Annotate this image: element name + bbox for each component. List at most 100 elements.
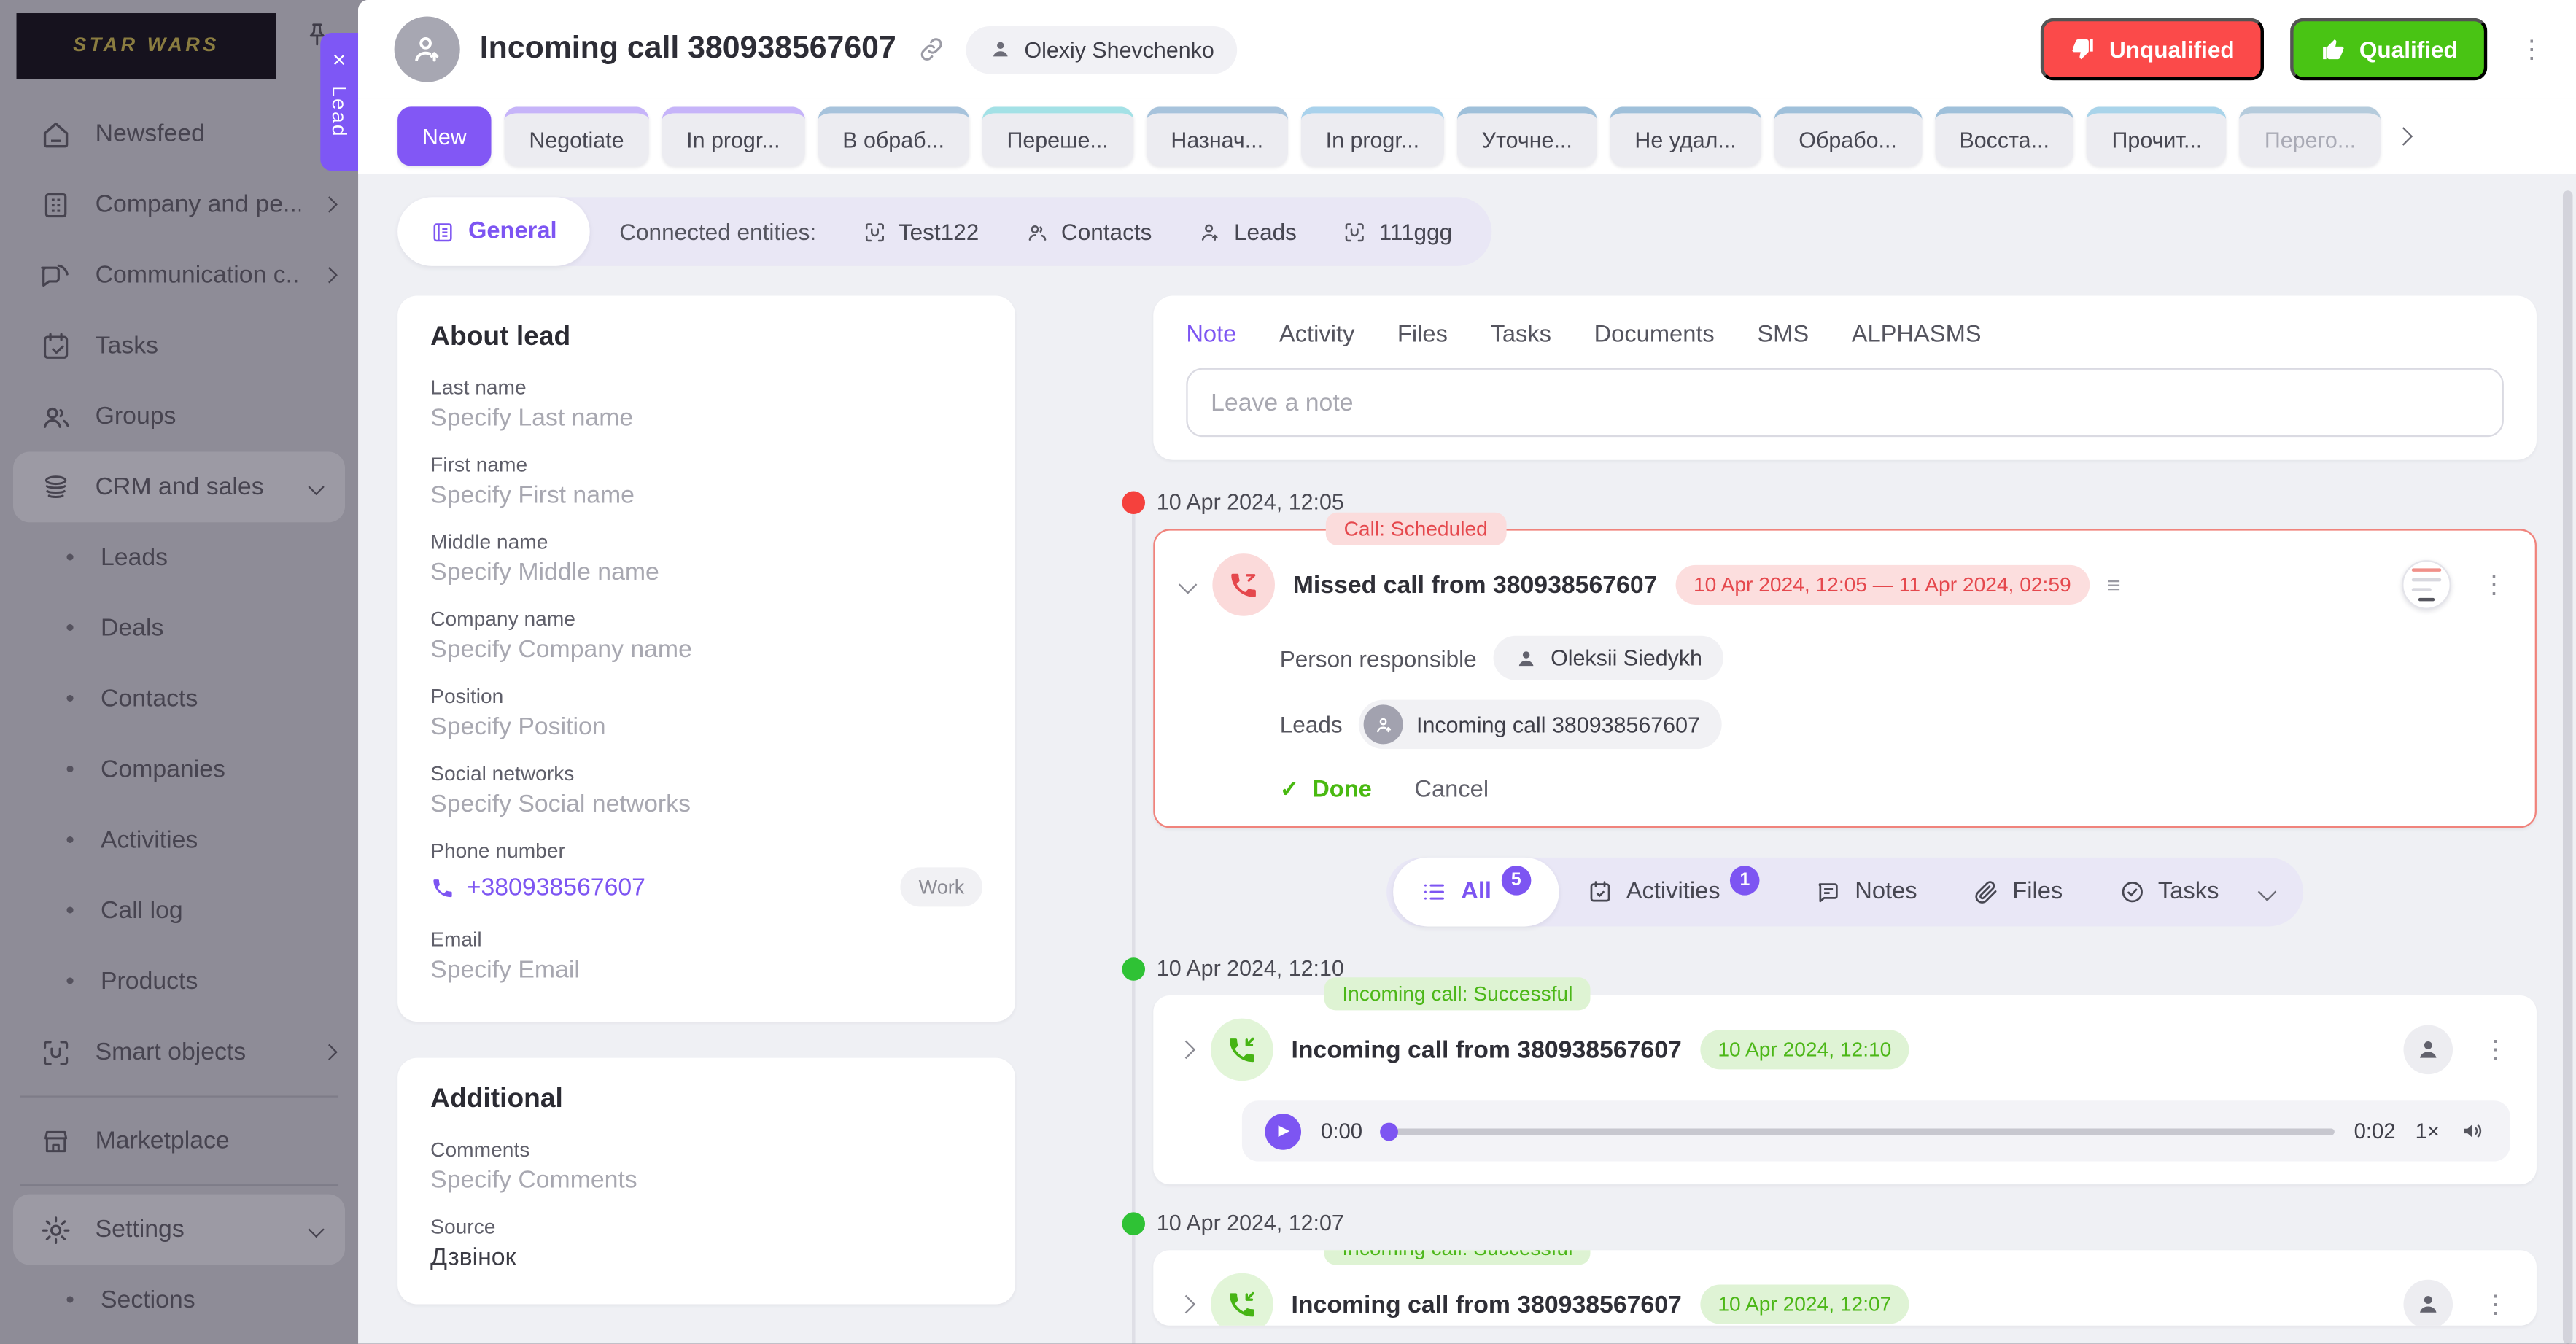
- unqualified-button[interactable]: Unqualified: [2040, 18, 2264, 81]
- entity-link-contacts[interactable]: Contacts: [1002, 219, 1175, 245]
- phone-link[interactable]: +380938567607: [430, 873, 645, 901]
- entity-link-label: 111ggg: [1379, 219, 1453, 245]
- filter-files[interactable]: Files: [1945, 858, 2091, 927]
- sidebar-item-smart-objects[interactable]: Smart objects: [0, 1017, 358, 1087]
- stage-chip[interactable]: Назнач...: [1147, 106, 1288, 166]
- field-social-networks[interactable]: Social networks Specify Social networks: [430, 762, 982, 818]
- sidebar-subitem-deals[interactable]: Deals: [0, 593, 358, 664]
- activity-time: 10 Apr 2024, 12:07: [1700, 1284, 1910, 1324]
- field-position[interactable]: Position Specify Position: [430, 685, 982, 741]
- sidebar-subitem-products[interactable]: Products: [0, 946, 358, 1017]
- lead-panel-tab[interactable]: Lead: [320, 33, 358, 171]
- filter-all[interactable]: All 5: [1394, 858, 1559, 927]
- filter-notes[interactable]: Notes: [1788, 858, 1945, 927]
- sidebar-item-groups[interactable]: Groups: [0, 381, 358, 452]
- field-label: Position: [430, 685, 982, 708]
- person-responsible-chip[interactable]: Oleksii Siedykh: [1493, 636, 1723, 680]
- scrollbar[interactable]: [2563, 190, 2573, 1343]
- stage-chip[interactable]: Восста...: [1935, 106, 2074, 166]
- activity-menu-icon[interactable]: [2479, 570, 2509, 600]
- more-menu-icon[interactable]: [2517, 34, 2547, 64]
- seek-bar[interactable]: [1382, 1127, 2334, 1134]
- stage-chip[interactable]: Обрабо...: [1774, 106, 1922, 166]
- sidebar-item-communication[interactable]: Communication c...: [0, 240, 358, 311]
- sidebar-item-settings[interactable]: Settings: [13, 1195, 345, 1265]
- stage-chip[interactable]: Не удал...: [1610, 106, 1761, 166]
- sidebar-item-marketplace[interactable]: Marketplace: [0, 1106, 358, 1176]
- entity-link-111ggg[interactable]: 111ggg: [1320, 219, 1475, 245]
- seek-thumb[interactable]: [1381, 1122, 1399, 1140]
- stage-chip[interactable]: Negotiate: [505, 106, 649, 166]
- field-email[interactable]: Email Specify Email: [430, 928, 982, 984]
- stage-chip[interactable]: In progr...: [662, 106, 804, 166]
- sidebar-subitem-companies[interactable]: Companies: [0, 734, 358, 805]
- copy-link-icon[interactable]: [916, 34, 946, 64]
- workspace-logo[interactable]: STAR WARS: [17, 13, 276, 79]
- field-last-name[interactable]: Last name Specify Last name: [430, 376, 982, 432]
- contacts-icon: [1025, 220, 1050, 244]
- note-input[interactable]: [1186, 368, 2504, 438]
- about-lead-title: About lead: [430, 322, 982, 354]
- timeline-item-incoming-call: 10 Apr 2024, 12:10 Incoming call: Succes…: [1153, 956, 2537, 1184]
- stages-scroll-right-button[interactable]: [2397, 130, 2410, 143]
- owner-chip[interactable]: Olexiy Shevchenko: [965, 26, 1237, 73]
- stage-chip-new[interactable]: New: [397, 106, 491, 166]
- stage-chip[interactable]: Перего...: [2240, 106, 2381, 166]
- field-company-name[interactable]: Company name Specify Company name: [430, 607, 982, 664]
- activity-menu-icon[interactable]: [2480, 1035, 2510, 1065]
- entity-link-test122[interactable]: Test122: [839, 219, 1002, 245]
- sidebar-item-tasks[interactable]: Tasks: [0, 311, 358, 381]
- about-lead-card: About lead Last name Specify Last name F…: [397, 295, 1015, 1022]
- stage-chip[interactable]: Переше...: [982, 106, 1133, 166]
- sidebar-subitem-sections[interactable]: Sections: [0, 1265, 358, 1335]
- stage-chip[interactable]: Уточне...: [1457, 106, 1597, 166]
- sidebar-item-newsfeed[interactable]: Newsfeed: [0, 98, 358, 169]
- audio-player: 0:00 0:02 1×: [1242, 1100, 2510, 1161]
- cancel-button[interactable]: Cancel: [1414, 776, 1489, 802]
- sidebar-item-label: Settings: [96, 1216, 288, 1243]
- sidebar-item-label: Communication c...: [96, 261, 301, 289]
- field-comments[interactable]: Comments Specify Comments: [430, 1138, 982, 1195]
- sidebar-subitem-contacts[interactable]: Contacts: [0, 664, 358, 734]
- tab-alphasms[interactable]: ALPHASMS: [1852, 322, 1982, 349]
- person-icon: [2415, 1291, 2441, 1318]
- expand-icon[interactable]: [1177, 1041, 1195, 1059]
- avatar[interactable]: [2403, 1025, 2453, 1075]
- tab-files[interactable]: Files: [1397, 322, 1448, 349]
- field-placeholder: Specify Social networks: [430, 790, 982, 817]
- field-middle-name[interactable]: Middle name Specify Middle name: [430, 531, 982, 587]
- sidebar-subitem-leads[interactable]: Leads: [0, 522, 358, 593]
- tab-note[interactable]: Note: [1186, 322, 1236, 349]
- tab-documents[interactable]: Documents: [1594, 322, 1715, 349]
- activity-menu-icon[interactable]: [2480, 1289, 2510, 1319]
- stage-chip[interactable]: In progr...: [1301, 106, 1444, 166]
- volume-icon[interactable]: [2459, 1117, 2487, 1145]
- filter-expand-icon[interactable]: [2257, 882, 2276, 901]
- sidebar-subitem-call-log[interactable]: Call log: [0, 876, 358, 947]
- lead-reference-chip[interactable]: Incoming call 380938567607: [1359, 700, 1721, 750]
- avatar[interactable]: [2403, 1280, 2453, 1326]
- qualified-button[interactable]: Qualified: [2290, 18, 2487, 81]
- filter-tasks[interactable]: Tasks: [2091, 858, 2247, 927]
- entity-tabs: General Connected entities: Test122 Cont…: [397, 197, 1491, 266]
- stage-chip[interactable]: В обраб...: [818, 106, 969, 166]
- tab-tasks[interactable]: Tasks: [1490, 322, 1551, 349]
- sidebar-item-crm-and-sales[interactable]: CRM and sales: [13, 451, 345, 522]
- entity-link-leads[interactable]: Leads: [1175, 219, 1320, 245]
- playback-rate[interactable]: 1×: [2416, 1119, 2440, 1143]
- expand-icon[interactable]: [1177, 1295, 1195, 1313]
- sidebar-subitem-label: Leads: [101, 544, 168, 572]
- sidebar-subitem-activities[interactable]: Activities: [0, 805, 358, 876]
- field-first-name[interactable]: First name Specify First name: [430, 454, 982, 510]
- collapse-icon[interactable]: [1179, 575, 1197, 594]
- activity-preview-thumbnail[interactable]: [2402, 560, 2451, 610]
- play-button[interactable]: [1265, 1113, 1301, 1149]
- field-source[interactable]: Source Дзвінок: [430, 1216, 982, 1272]
- stage-chip[interactable]: Прочит...: [2087, 106, 2227, 166]
- sidebar-item-company-and-people[interactable]: Company and pe...: [0, 169, 358, 240]
- filter-activities[interactable]: Activities 1: [1559, 858, 1788, 927]
- tab-sms[interactable]: SMS: [1757, 322, 1809, 349]
- tab-activity[interactable]: Activity: [1279, 322, 1354, 349]
- tab-general[interactable]: General: [397, 197, 590, 266]
- done-button[interactable]: Done: [1280, 775, 1372, 803]
